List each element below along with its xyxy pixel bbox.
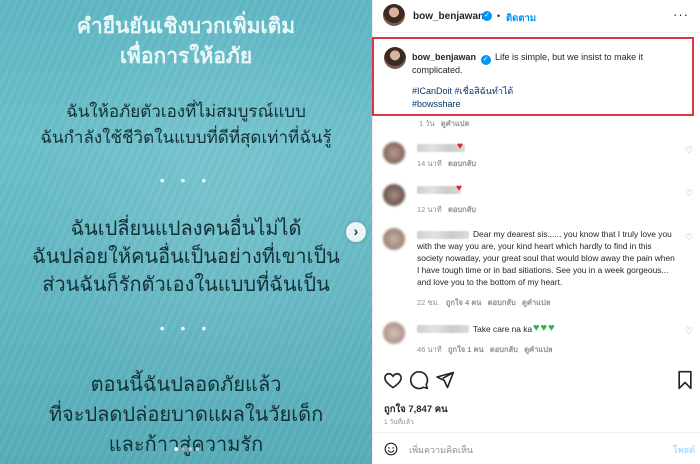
carousel-pager	[0, 438, 372, 456]
image-text-line: ที่จะปลดปล่อยบาดแผลในวัยเด็ก	[48, 402, 324, 426]
verified-badge-icon: ✓	[482, 11, 492, 21]
avatar[interactable]	[383, 322, 405, 344]
commenter-name-blurred	[417, 325, 469, 333]
post-side-panel: bow_benjawan ✓ • ติดตาม ··· bow_benjawan…	[372, 0, 700, 464]
avatar[interactable]	[383, 228, 405, 250]
image-divider: • • •	[159, 172, 213, 188]
emoji-icon[interactable]	[384, 442, 398, 456]
heart-outline-icon[interactable]: ♡	[685, 188, 693, 199]
verified-badge-icon: ✓	[480, 55, 491, 65]
chevron-right-icon[interactable]: ›	[346, 222, 366, 242]
reply-button[interactable]: ตอบกลับ	[448, 159, 476, 168]
follow-button[interactable]: ติดตาม	[506, 11, 536, 26]
avatar[interactable]	[384, 47, 406, 69]
image-divider: • • •	[159, 320, 213, 336]
bookmark-icon[interactable]	[675, 370, 695, 390]
comment-meta: 22 ชม. ถูกใจ 4 คน ตอบกลับ ดูคำแปล	[417, 297, 550, 309]
share-icon[interactable]	[435, 370, 455, 390]
caption-time: 1 วัน	[419, 119, 435, 128]
translate-link[interactable]: ดูคำแปล	[522, 298, 550, 307]
post-header: bow_benjawan ✓ • ติดตาม ···	[373, 0, 700, 33]
commenter-name-blurred	[417, 186, 461, 194]
comment-text: Take care na ka	[473, 324, 533, 334]
comment-icon[interactable]	[409, 370, 429, 390]
comment-time: 14 นาที	[417, 159, 442, 168]
avatar[interactable]	[383, 142, 405, 164]
caption-hashtags[interactable]: #bowsshare	[412, 98, 682, 111]
post-image[interactable]: คำยืนยันเชิงบวกเพิ่มเติม เพื่อการให้อภัย…	[0, 0, 372, 464]
caption-username[interactable]: bow_benjawan	[412, 52, 476, 62]
caption-text: bow_benjawan ✓ Life is simple, but we in…	[412, 51, 682, 111]
image-text-line: ฉันกำลังใช้ชีวิตในแบบที่ดีที่สุดเท่าที่ฉ…	[40, 128, 332, 148]
pager-dot	[180, 447, 185, 451]
comment-input[interactable]: เพิ่มความคิดเห็น	[409, 443, 473, 457]
pager-dot	[187, 447, 192, 451]
pager-dot	[194, 447, 199, 451]
image-text-line: ตอนนี้ฉันปลอดภัยแล้ว	[90, 372, 282, 396]
header-username[interactable]: bow_benjawan	[413, 11, 484, 22]
action-bar	[373, 370, 700, 398]
heart-outline-icon[interactable]: ♡	[685, 232, 693, 243]
heart-outline-icon[interactable]	[383, 370, 403, 390]
caption-hashtags[interactable]: #ICanDoit #เชื่อสิฉันทำได้	[412, 85, 682, 98]
caption-highlight: bow_benjawan ✓ Life is simple, but we in…	[372, 37, 694, 116]
comment-meta: 46 นาที ถูกใจ 1 คน ตอบกลับ ดูคำแปล	[417, 344, 552, 356]
translate-link[interactable]: ดูคำแปล	[524, 345, 552, 354]
comment-likes[interactable]: ถูกใจ 1 คน	[448, 345, 484, 354]
comment-time: 46 นาที	[417, 345, 442, 354]
heart-outline-icon[interactable]: ♡	[685, 326, 693, 337]
post-date: 1 วันที่แล้ว	[384, 419, 414, 426]
image-title-line-1: คำยืนยันเชิงบวกเพิ่มเติม	[76, 14, 296, 38]
comment-likes[interactable]: ถูกใจ 4 คน	[446, 298, 482, 307]
comment-meta: 12 นาที ตอบกลับ	[417, 204, 476, 216]
image-text-line: ฉันให้อภัยตัวเองที่ไม่สมบูรณ์แบบ	[66, 102, 306, 122]
separator: •	[497, 11, 501, 21]
reply-button[interactable]: ตอบกลับ	[448, 205, 476, 214]
heart-outline-icon[interactable]: ♡	[685, 145, 693, 156]
comment-text: ♥	[457, 141, 463, 152]
comment-time: 22 ชม.	[417, 298, 440, 307]
translate-link[interactable]: ดูคำแปล	[441, 119, 469, 128]
avatar[interactable]	[383, 184, 405, 206]
caption-meta: 1 วัน ดูคำแปล	[419, 118, 469, 130]
post-button[interactable]: โพสต์	[673, 443, 695, 457]
avatar[interactable]	[383, 4, 405, 26]
add-comment-bar: เพิ่มความคิดเห็น โพสต์	[373, 432, 700, 464]
comment-text: ♥	[456, 183, 462, 194]
pager-dot	[173, 447, 178, 451]
reply-button[interactable]: ตอบกลับ	[488, 298, 516, 307]
comment-text: ♥♥♥	[533, 322, 556, 334]
more-options-icon[interactable]: ···	[673, 7, 689, 22]
image-text-line: ส่วนฉันก็รักตัวเองในแบบที่ฉันเป็น	[42, 272, 330, 296]
likes-count[interactable]: ถูกใจ 7,847 คน	[384, 402, 448, 417]
comment-meta: 14 นาที ตอบกลับ	[417, 158, 476, 170]
comment-time: 12 นาที	[417, 205, 442, 214]
image-title-line-2: เพื่อการให้อภัย	[119, 44, 253, 68]
comment-text: Dear my dearest sis...... you know that …	[417, 229, 675, 287]
reply-button[interactable]: ตอบกลับ	[490, 345, 518, 354]
